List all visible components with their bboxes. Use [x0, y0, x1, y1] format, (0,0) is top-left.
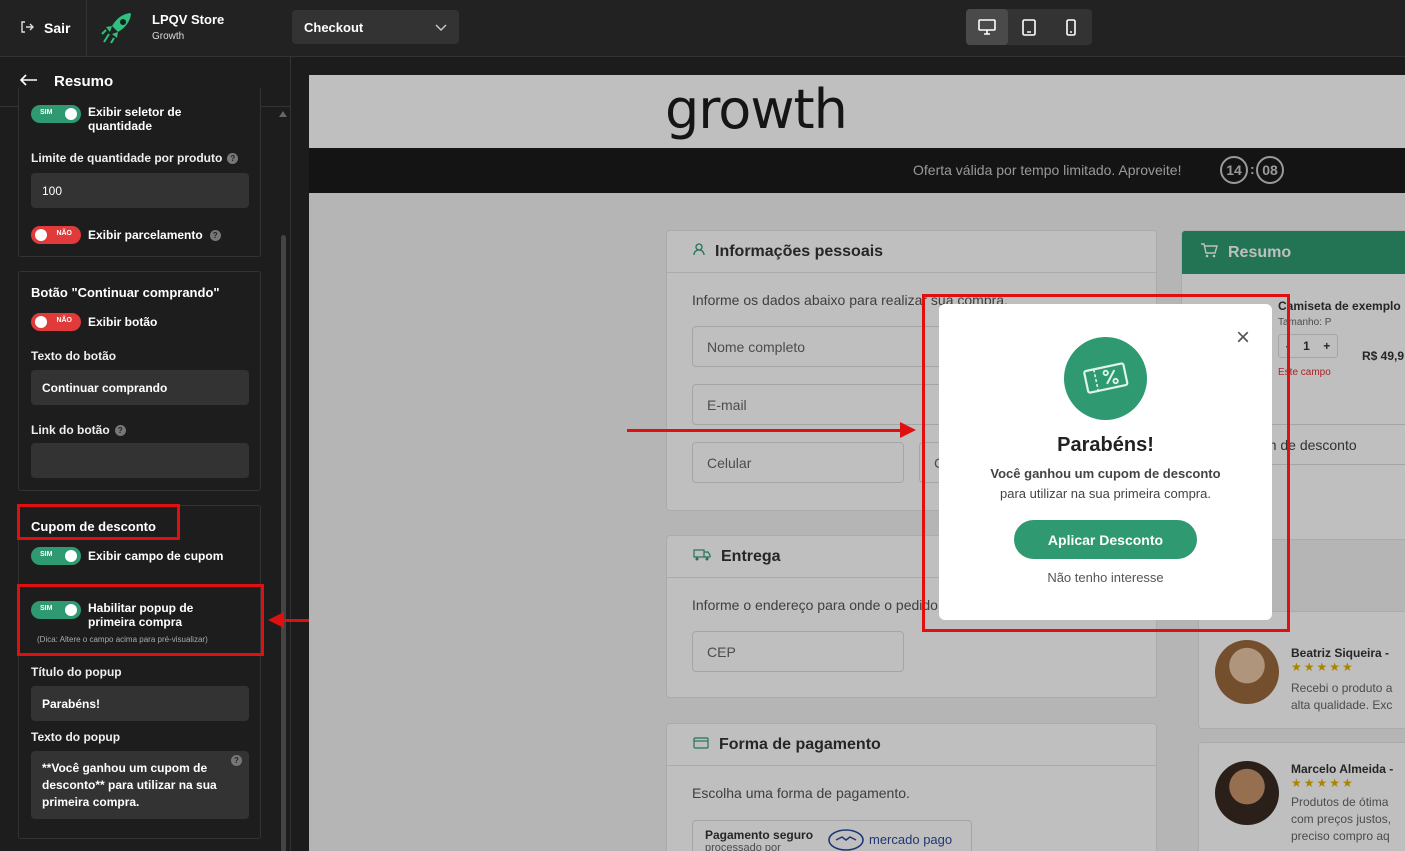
button-link-input[interactable] [31, 443, 249, 478]
annotation-arrowhead-left [268, 612, 284, 628]
button-text-input[interactable]: Continuar comprando [31, 370, 249, 405]
popup-title-input[interactable]: Parabéns! [31, 686, 249, 721]
annotation-arrowhead-right [900, 422, 916, 438]
button-link-label-wrap: Link do botão ? [31, 423, 126, 437]
exit-label: Sair [44, 20, 71, 36]
annotation-box-popup-toggle [17, 584, 264, 656]
page-select[interactable]: Checkout [292, 10, 459, 44]
popup-title-label: Título do popup [31, 665, 122, 679]
button-link-label: Link do botão [31, 423, 110, 437]
page-select-value: Checkout [304, 19, 364, 35]
installments-toggle[interactable]: NÃO [31, 226, 81, 244]
help-icon[interactable]: ? [114, 424, 126, 436]
show-button-toggle[interactable]: NÃO [31, 313, 81, 331]
coupon-card: Cupom de desconto SIM Exibir campo de cu… [18, 505, 261, 839]
settings-sidebar: Resumo SIM Exibir seletor de quantidade … [0, 57, 291, 851]
button-text-label: Texto do botão [31, 349, 117, 363]
show-button-label: Exibir botão [88, 315, 158, 329]
qty-limit-input[interactable]: 100 [31, 173, 249, 208]
continue-shopping-card: Botão "Continuar comprando" NÃO Exibir b… [18, 271, 261, 491]
show-coupon-field-toggle[interactable]: SIM [31, 547, 81, 565]
chevron-down-icon [435, 20, 447, 35]
help-icon[interactable]: ? [231, 755, 242, 766]
qty-selector-toggle[interactable]: SIM [31, 105, 81, 123]
tablet-icon [1022, 18, 1036, 36]
sidebar-scrollbar[interactable] [281, 235, 286, 851]
annotation-box-popup [922, 294, 1290, 632]
store-name: LPQV Store [152, 12, 225, 27]
qty-selector-row: SIM Exibir seletor de quantidade [31, 105, 208, 133]
scroll-up-arrow[interactable] [279, 111, 287, 117]
annotation-box-coupon-title [17, 504, 180, 540]
continue-section-title: Botão "Continuar comprando" [31, 285, 220, 300]
device-switcher [966, 9, 1092, 45]
show-button-row: NÃO Exibir botão [31, 313, 157, 331]
qty-limit-label: Limite de quantidade por produto [31, 151, 223, 165]
help-icon[interactable]: ? [209, 229, 221, 241]
exit-button[interactable]: Sair [0, 0, 87, 56]
tablet-view-button[interactable] [1008, 9, 1050, 45]
installments-row: NÃO Exibir parcelamento ? [31, 226, 221, 244]
quantity-settings-card: SIM Exibir seletor de quantidade Limite … [18, 87, 261, 257]
exit-icon [20, 20, 34, 37]
mobile-icon [1066, 18, 1076, 36]
rocket-icon [100, 8, 138, 46]
top-bar: Sair LPQV Store Growth Checkout [0, 0, 1405, 57]
mobile-view-button[interactable] [1050, 9, 1092, 45]
popup-text-label: Texto do popup [31, 730, 121, 744]
desktop-view-button[interactable] [966, 9, 1008, 45]
annotation-arrow-right [627, 429, 901, 432]
desktop-icon [978, 19, 996, 35]
popup-text-input[interactable]: **Você ganhou um cupom de desconto** par… [31, 751, 249, 819]
store-brand: LPQV Store Growth [100, 8, 224, 46]
show-coupon-field-row: SIM Exibir campo de cupom [31, 547, 223, 565]
help-icon[interactable]: ? [227, 152, 239, 164]
qty-limit-label-wrap: Limite de quantidade por produto ? [31, 151, 239, 165]
qty-selector-label: Exibir seletor de quantidade [88, 105, 182, 133]
installments-label: Exibir parcelamento [88, 228, 203, 242]
store-plan: Growth [152, 31, 185, 42]
show-coupon-field-label: Exibir campo de cupom [88, 549, 224, 563]
